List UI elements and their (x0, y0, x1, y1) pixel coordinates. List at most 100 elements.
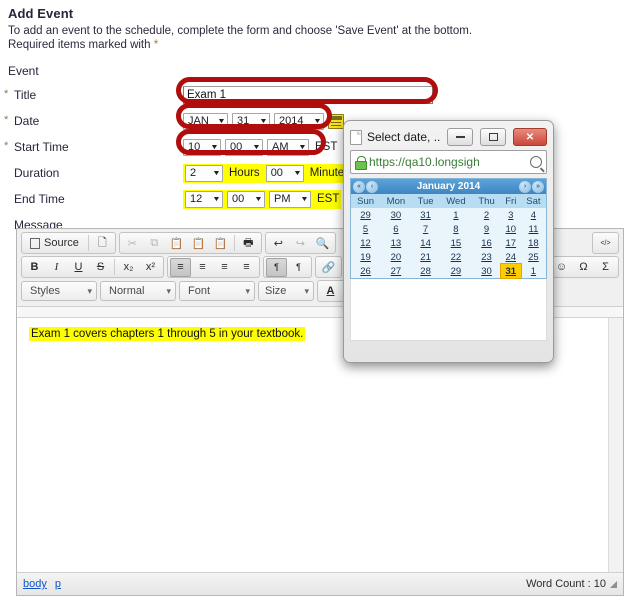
calendar-day-link[interactable]: 31 (506, 266, 517, 277)
element-path-body[interactable]: body (23, 578, 47, 590)
calendar-day-1[interactable]: 1 (520, 264, 546, 278)
calendar-day-27[interactable]: 27 (380, 264, 412, 278)
text-direction-ltr-icon[interactable]: ¶ (266, 257, 287, 277)
special-character-icon[interactable]: Ω (573, 258, 594, 277)
end-hour-select[interactable]: 12 ▼ (185, 190, 223, 208)
next-month-icon[interactable]: › (519, 180, 531, 193)
calendar-day-link[interactable]: 30 (481, 266, 492, 277)
calendar-day-link[interactable]: 22 (451, 252, 462, 263)
copy-icon[interactable]: ⧉ (144, 234, 165, 253)
calendar-day-link[interactable]: 6 (393, 224, 398, 235)
search-icon[interactable] (530, 156, 542, 168)
calendar-day-29[interactable]: 29 (351, 208, 381, 222)
templates-icon[interactable]: 🗋 (92, 234, 113, 253)
element-path-p[interactable]: p (55, 578, 61, 590)
calendar-day-4[interactable]: 4 (520, 208, 546, 222)
text-color-icon[interactable]: A (320, 282, 341, 301)
styles-dropdown[interactable]: Styles ▾ (21, 281, 97, 301)
smiley-icon[interactable]: ☺ (551, 258, 572, 277)
calendar-day-link[interactable]: 7 (423, 224, 428, 235)
calendar-day-7[interactable]: 7 (411, 222, 440, 236)
calendar-day-link[interactable]: 2 (484, 210, 489, 221)
paste-icon[interactable]: 📋 (166, 234, 187, 253)
editor-scrollbar[interactable] (608, 318, 623, 572)
math-sigma-icon[interactable]: Σ (595, 258, 616, 277)
calendar-day-19[interactable]: 19 (351, 250, 381, 264)
calendar-day-2[interactable]: 2 (472, 208, 501, 222)
print-icon[interactable]: 🖶 (238, 234, 259, 253)
size-dropdown[interactable]: Size ▾ (258, 281, 314, 301)
calendar-day-8[interactable]: 8 (439, 222, 473, 236)
prev-year-icon[interactable]: « (353, 180, 365, 193)
align-left-icon[interactable]: ≡ (170, 257, 191, 277)
close-button[interactable]: ✕ (513, 128, 547, 146)
calendar-day-link[interactable]: 4 (531, 210, 536, 221)
calendar-day-23[interactable]: 23 (472, 250, 501, 264)
calendar-day-link[interactable]: 18 (528, 238, 539, 249)
font-dropdown[interactable]: Font ▾ (179, 281, 255, 301)
calendar-day-link[interactable]: 3 (508, 210, 513, 221)
strikethrough-button[interactable]: S (90, 258, 111, 277)
calendar-day-31[interactable]: 31 (411, 208, 440, 222)
source-button[interactable]: Source (24, 234, 85, 253)
calendar-day-link[interactable]: 31 (420, 210, 431, 221)
calendar-day-link[interactable]: 8 (453, 224, 458, 235)
calendar-day-26[interactable]: 26 (351, 264, 381, 278)
calendar-day-link[interactable]: 14 (420, 238, 431, 249)
calendar-day-6[interactable]: 6 (380, 222, 412, 236)
calendar-day-30[interactable]: 30 (472, 264, 501, 278)
calendar-day-link[interactable]: 29 (451, 266, 462, 277)
calendar-day-link[interactable]: 5 (363, 224, 368, 235)
cut-icon[interactable]: ✂ (122, 234, 143, 253)
align-justify-icon[interactable]: ≡ (236, 258, 257, 277)
calendar-day-3[interactable]: 3 (500, 208, 521, 222)
text-direction-rtl-icon[interactable]: ¶ (288, 258, 309, 277)
calendar-day-link[interactable]: 27 (391, 266, 402, 277)
align-center-icon[interactable]: ≡ (192, 258, 213, 277)
calendar-day-18[interactable]: 18 (520, 236, 546, 250)
calendar-icon[interactable] (328, 113, 344, 129)
calendar-day-25[interactable]: 25 (520, 250, 546, 264)
link-icon[interactable]: 🔗 (318, 258, 339, 277)
prev-month-icon[interactable]: ‹ (366, 180, 378, 193)
calendar-day-link[interactable]: 25 (528, 252, 539, 263)
calendar-day-link[interactable]: 24 (506, 252, 517, 263)
superscript-button[interactable]: x² (140, 258, 161, 277)
calendar-day-link[interactable]: 11 (529, 224, 539, 235)
popup-address-bar[interactable]: https://qa10.longsigh (350, 150, 547, 174)
maximize-button[interactable] (480, 128, 506, 146)
find-icon[interactable]: 🔍 (312, 234, 333, 253)
underline-button[interactable]: U (68, 258, 89, 277)
calendar-day-link[interactable]: 9 (484, 224, 489, 235)
minimize-button[interactable] (447, 128, 473, 146)
popup-title-bar[interactable]: Select date, ... ✕ (348, 125, 549, 149)
calendar-day-1[interactable]: 1 (439, 208, 473, 222)
calendar-day-30[interactable]: 30 (380, 208, 412, 222)
paste-word-icon[interactable]: 📋 (210, 234, 231, 253)
date-year-select[interactable]: 2014 ▼ (274, 112, 324, 130)
date-day-select[interactable]: 31 ▼ (232, 112, 270, 130)
calendar-day-link[interactable]: 28 (420, 266, 431, 277)
calendar-day-14[interactable]: 14 (411, 236, 440, 250)
calendar-day-link[interactable]: 19 (360, 252, 371, 263)
calendar-day-link[interactable]: 26 (360, 266, 371, 277)
calendar-day-link[interactable]: 29 (360, 210, 371, 221)
start-meridiem-select[interactable]: AM ▼ (267, 138, 309, 156)
calendar-day-21[interactable]: 21 (411, 250, 440, 264)
format-dropdown[interactable]: Normal ▾ (100, 281, 176, 301)
calendar-day-12[interactable]: 12 (351, 236, 381, 250)
calendar-day-16[interactable]: 16 (472, 236, 501, 250)
redo-icon[interactable]: ↪ (290, 234, 311, 253)
duration-minutes-select[interactable]: 00 ▼ (265, 164, 304, 182)
calendar-day-13[interactable]: 13 (380, 236, 412, 250)
calendar-day-link[interactable]: 13 (391, 238, 402, 249)
calendar-day-link[interactable]: 17 (506, 238, 517, 249)
calendar-day-29[interactable]: 29 (439, 264, 473, 278)
date-month-select[interactable]: JAN ▼ (183, 112, 228, 130)
calendar-day-selected[interactable]: 31 (499, 263, 522, 279)
calendar-day-5[interactable]: 5 (351, 222, 381, 236)
calendar-day-link[interactable]: 20 (391, 252, 402, 263)
calendar-day-link[interactable]: 1 (453, 210, 458, 221)
align-right-icon[interactable]: ≡ (214, 258, 235, 277)
italic-button[interactable]: I (46, 258, 67, 277)
